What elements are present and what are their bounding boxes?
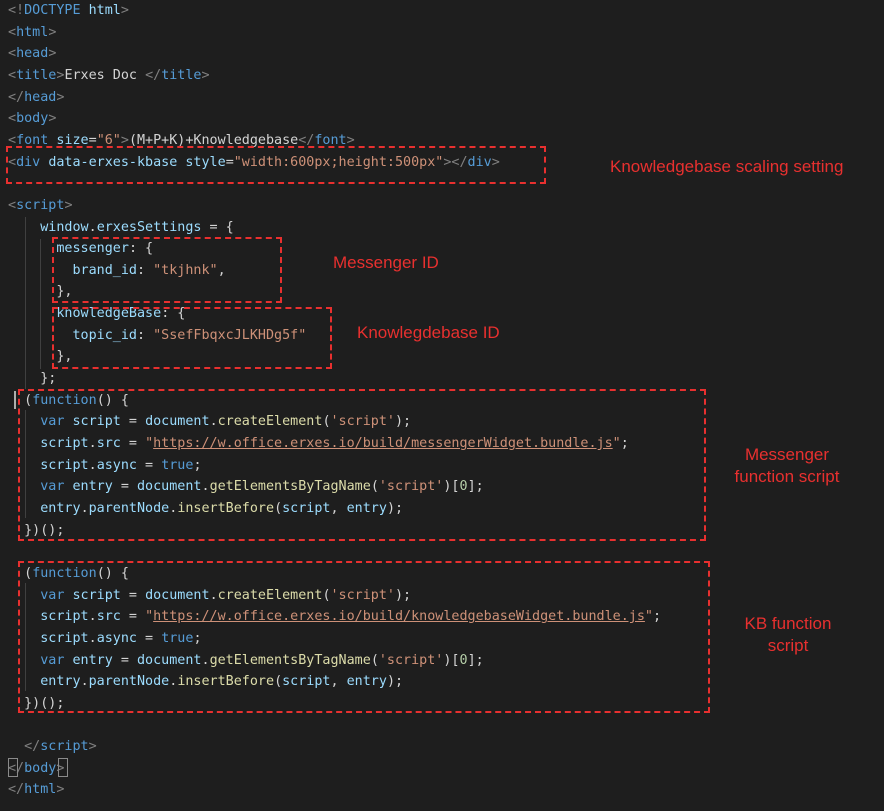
code-token: title xyxy=(16,67,57,83)
kb-script-label: KB function script xyxy=(728,613,848,657)
code-token: Erxes Doc xyxy=(64,67,146,83)
code-token: DOCTYPE xyxy=(24,3,81,18)
code-token: > xyxy=(48,24,57,40)
messenger-script-label-line2: function script xyxy=(734,467,840,486)
code-token: body xyxy=(24,760,57,776)
code-token: < xyxy=(8,67,17,83)
kb-script-label-line1: KB function xyxy=(744,614,832,633)
code-token: . xyxy=(88,219,97,235)
code-token: html xyxy=(24,782,57,798)
code-token: title xyxy=(161,67,202,83)
code-line[interactable]: <script> xyxy=(8,196,73,216)
code-token: < xyxy=(8,197,17,213)
code-token: > xyxy=(56,89,65,105)
kb-script-label-line2: script xyxy=(767,636,809,655)
kb-id-label: Knowlegdebase ID xyxy=(357,323,500,342)
code-token: > xyxy=(48,46,57,62)
code-token: head xyxy=(24,89,57,105)
code-token: < xyxy=(8,24,17,40)
messenger-script-label: Messenger function script xyxy=(722,444,852,488)
code-line[interactable]: <body> xyxy=(8,109,56,129)
code-token: </ xyxy=(24,739,41,755)
text-cursor xyxy=(14,391,16,409)
kb-scaling-label: Knowledgebase scaling setting xyxy=(610,157,844,176)
messenger-id-box xyxy=(52,237,282,303)
kb-script-box xyxy=(18,561,710,713)
code-token: erxesSettings xyxy=(96,219,202,235)
code-token: </ xyxy=(8,782,25,798)
code-token: < xyxy=(8,111,17,127)
bracket-match-highlight xyxy=(8,758,18,777)
code-line[interactable]: </html> xyxy=(8,780,64,800)
code-token: > xyxy=(201,67,210,83)
code-line[interactable]: }; xyxy=(8,369,56,389)
code-token: head xyxy=(16,46,49,62)
code-token: = { xyxy=(201,219,234,235)
code-token: < xyxy=(8,46,17,62)
code-token: script xyxy=(16,197,65,213)
code-line[interactable]: </script> xyxy=(8,737,97,757)
code-line[interactable]: <html> xyxy=(8,23,56,43)
messenger-id-label: Messenger ID xyxy=(333,253,439,272)
kb-scaling-box xyxy=(6,146,546,184)
code-token: </ xyxy=(145,67,162,83)
code-token: script xyxy=(40,739,89,755)
code-token: window xyxy=(40,219,89,235)
code-token: html xyxy=(16,24,49,40)
messenger-script-box xyxy=(18,389,706,541)
code-line[interactable]: <head> xyxy=(8,44,56,64)
code-token: }; xyxy=(40,371,57,387)
code-token: </ xyxy=(8,89,25,105)
code-line[interactable]: </head> xyxy=(8,88,64,108)
code-token: > xyxy=(64,197,73,213)
code-editor[interactable]: <!DOCTYPE html> <html> <head> <title>Erxes … xyxy=(0,0,884,811)
messenger-script-label-line1: Messenger xyxy=(744,445,830,464)
kb-id-box xyxy=(52,307,332,369)
code-line[interactable]: <title>Erxes Doc </title> xyxy=(8,66,210,86)
code-token: <! xyxy=(8,3,25,18)
code-line[interactable]: window.erxesSettings = { xyxy=(8,218,234,238)
code-token: > xyxy=(56,782,65,798)
code-token: > xyxy=(120,3,129,18)
code-token: body xyxy=(16,111,49,127)
code-token: > xyxy=(88,739,97,755)
code-token: > xyxy=(48,111,57,127)
code-token: html xyxy=(88,3,121,18)
bracket-match-highlight xyxy=(58,758,68,777)
code-line[interactable]: <!DOCTYPE html> xyxy=(8,1,129,21)
